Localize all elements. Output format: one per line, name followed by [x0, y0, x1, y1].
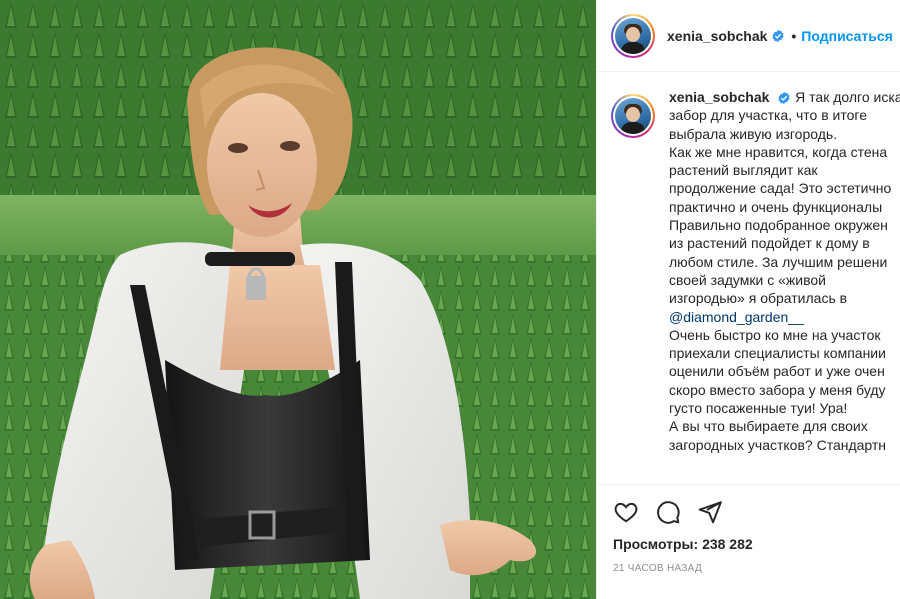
caption-line: Как же мне нравится, когда стена — [669, 143, 888, 160]
caption-line: загородных участков? Стандартн — [669, 436, 887, 453]
caption-line: скоро вместо забора у меня буду — [669, 381, 886, 398]
caption-line: Я так долго иска — [795, 89, 900, 105]
post-actions: Просмотры: 238 282 21 ЧАСОВ НАЗАД — [597, 484, 900, 599]
caption-line: выбрала живую изгородь. — [669, 125, 838, 142]
caption-line: изгородью» я обратилась в — [669, 290, 848, 307]
caption-line: оценили объём работ и уже очен — [669, 363, 885, 380]
caption-line: продолжение сада! Это эстетично — [669, 180, 892, 197]
caption-text: xenia_sobchak Я так долго иска забор для… — [669, 88, 900, 454]
post-header: xenia_sobchak • Подписаться — [597, 0, 900, 72]
caption-line: А вы что выбираете для своих — [669, 418, 868, 435]
caption-avatar[interactable] — [611, 94, 655, 138]
caption-line: своей задумки с «живой — [669, 271, 826, 288]
post-video[interactable] — [0, 0, 596, 599]
comment-icon[interactable] — [655, 499, 681, 525]
verified-badge-icon — [771, 29, 785, 43]
mention-link[interactable]: @diamond_garden__ — [669, 308, 900, 326]
username-link[interactable]: xenia_sobchak — [667, 28, 767, 44]
caption-line: Очень быстро ко мне на участок — [669, 326, 881, 343]
profile-photo — [615, 98, 651, 134]
post-timestamp[interactable]: 21 ЧАСОВ НАЗАД — [613, 563, 702, 574]
views-label: Просмотры: — [613, 536, 699, 552]
caption-line: приехали специалисты компании — [669, 345, 886, 362]
caption-username[interactable]: xenia_sobchak — [669, 89, 769, 105]
caption-line: Правильно подобранное окружен — [669, 217, 888, 234]
video-frame — [0, 0, 596, 599]
profile-photo — [615, 17, 651, 54]
heart-icon[interactable] — [613, 499, 639, 525]
post-side-panel: xenia_sobchak • Подписаться xenia_sobcha… — [596, 0, 900, 599]
caption-line: из растений подойдет к дому в — [669, 235, 870, 252]
caption-line: густо посаженные туи! Ура! — [669, 400, 848, 417]
caption-line: любом стиле. За лучшим решени — [669, 253, 888, 270]
caption-line: забор для участка, что в итоге — [669, 107, 867, 124]
caption-line: растений выглядит как — [669, 162, 818, 179]
caption-line: практично и очень функционалы — [669, 198, 883, 215]
views-number: 238 282 — [702, 536, 753, 552]
avatar[interactable] — [611, 13, 655, 58]
post-caption: xenia_sobchak Я так долго иска забор для… — [597, 88, 900, 484]
follow-button[interactable]: Подписаться — [801, 28, 893, 44]
view-count[interactable]: Просмотры: 238 282 — [613, 536, 753, 552]
verified-badge-icon — [777, 91, 791, 105]
separator-dot: • — [791, 27, 797, 44]
share-icon[interactable] — [697, 499, 723, 525]
